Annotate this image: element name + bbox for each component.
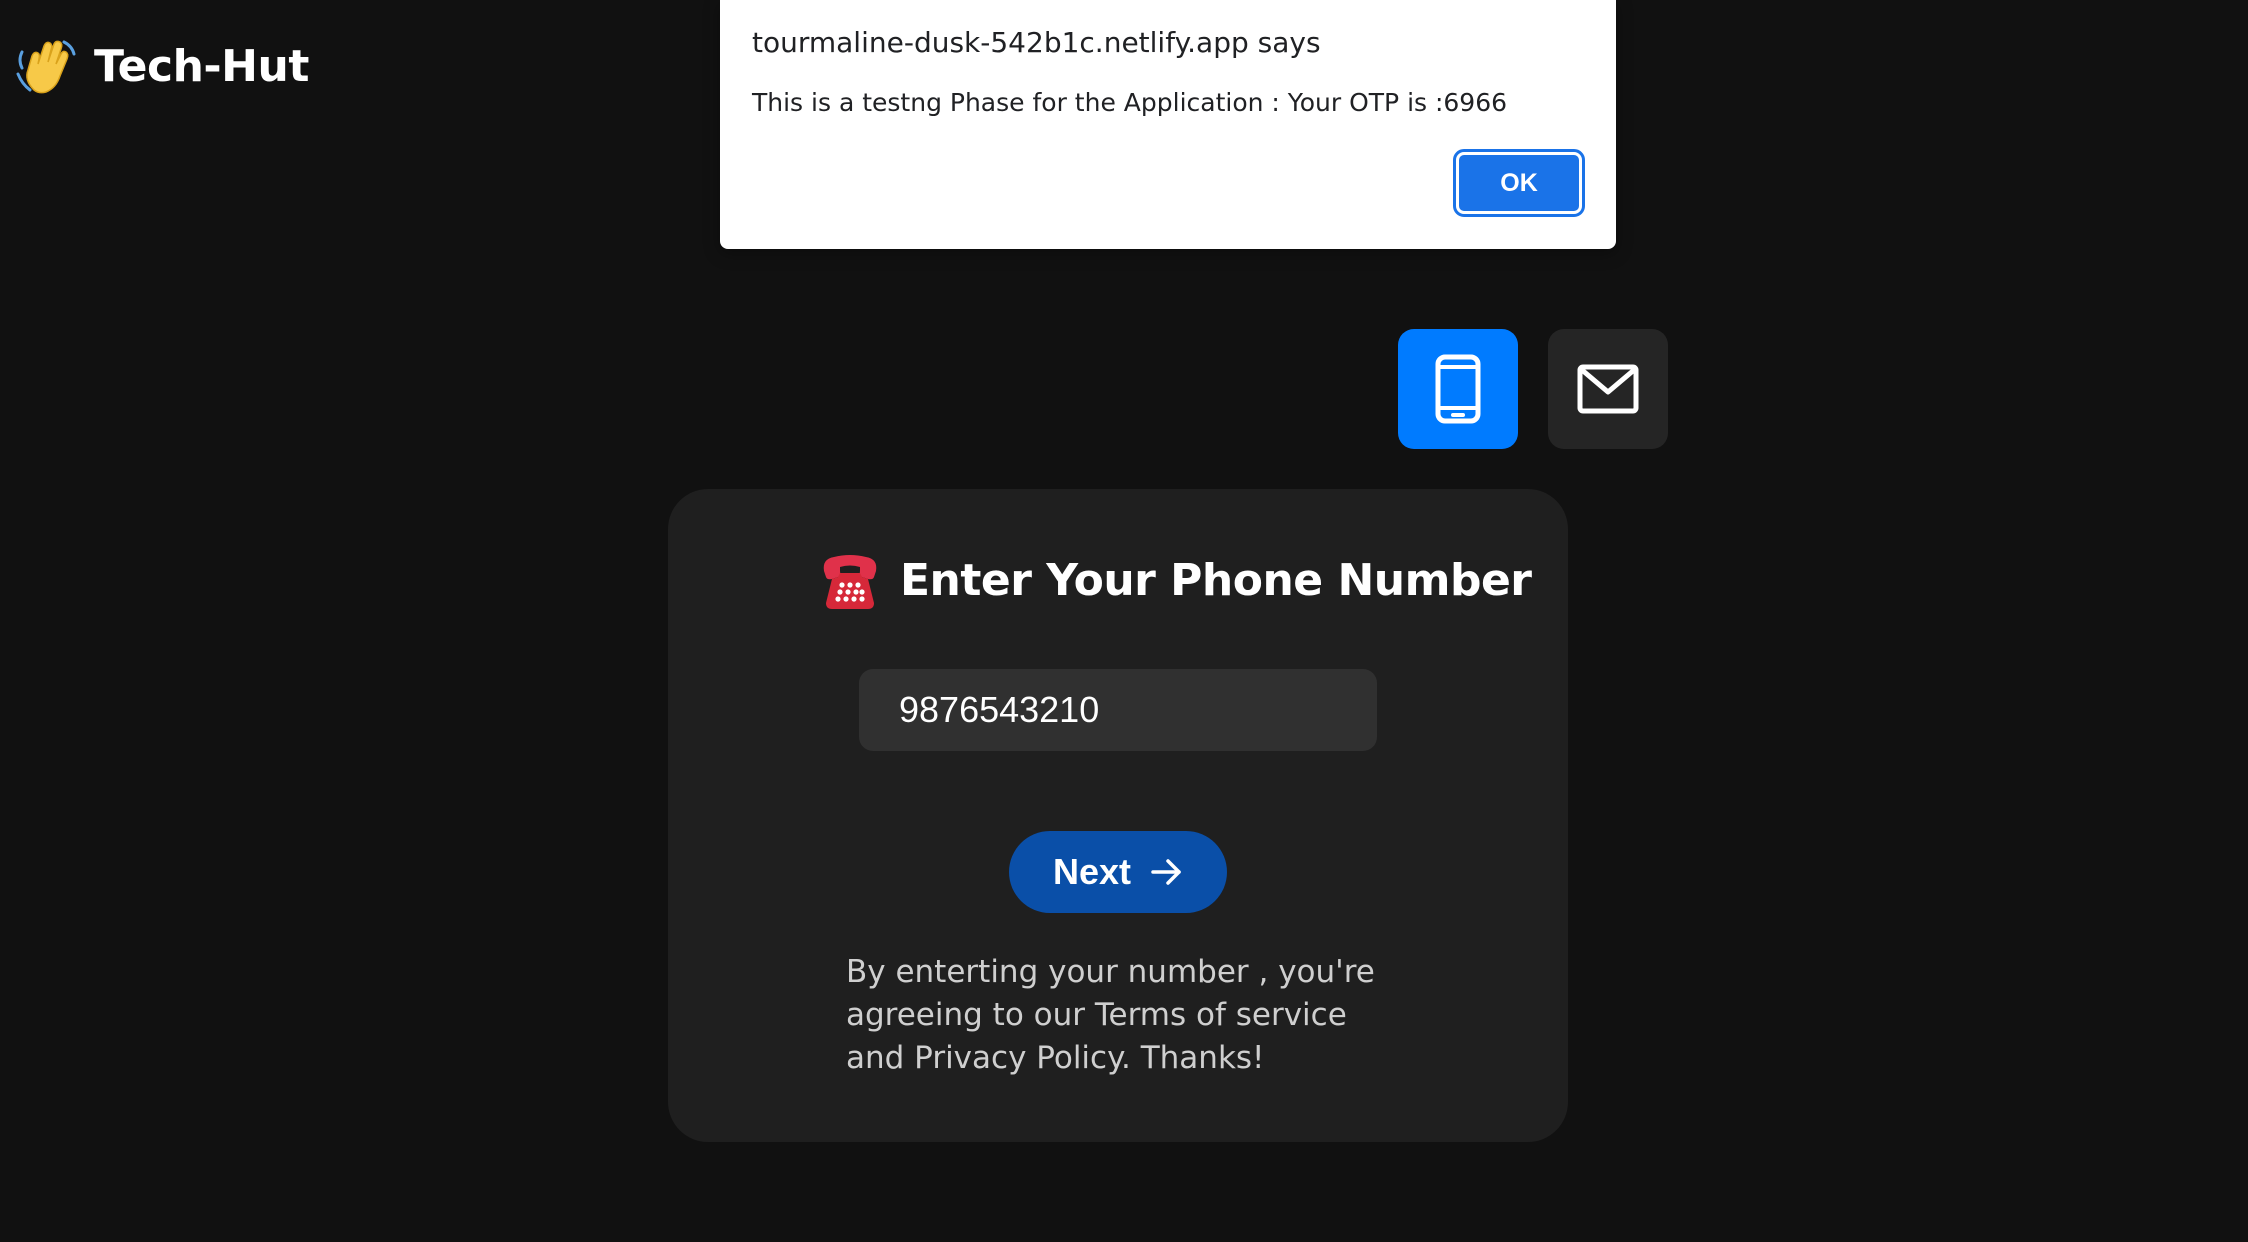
alert-message: This is a testng Phase for the Applicati…: [752, 88, 1508, 117]
next-button-label: Next: [1052, 851, 1132, 892]
terms-text: By enterting your number , you're agreei…: [846, 954, 1375, 1076]
alert-dialog: tourmaline-dusk-542b1c.netlify.app says …: [720, 0, 1616, 249]
envelope-icon: [1577, 364, 1639, 414]
page: Tech-Hut tourmaline-dusk-542b1c.netlify.…: [0, 0, 2248, 1242]
next-button[interactable]: Next: [1009, 831, 1227, 913]
brand-logo[interactable]: Tech-Hut: [14, 34, 309, 98]
email-mode-button[interactable]: [1548, 329, 1668, 449]
card-title: Enter Your Phone Number: [818, 549, 1532, 611]
brand-name: Tech-Hut: [94, 40, 309, 92]
phone-entry-card: Enter Your Phone Number Next By entertin…: [668, 489, 1568, 1142]
phone-number-input[interactable]: [859, 669, 1377, 751]
waving-hand-icon: [16, 40, 76, 94]
alert-title: tourmaline-dusk-542b1c.netlify.app says: [752, 26, 1321, 59]
card-title-text: Enter Your Phone Number: [900, 554, 1532, 606]
telephone-icon: [823, 555, 877, 609]
arrow-right-icon: [1151, 859, 1181, 885]
smartphone-icon: [1435, 354, 1481, 424]
phone-mode-button[interactable]: [1398, 329, 1518, 449]
alert-ok-button[interactable]: OK: [1453, 149, 1585, 217]
